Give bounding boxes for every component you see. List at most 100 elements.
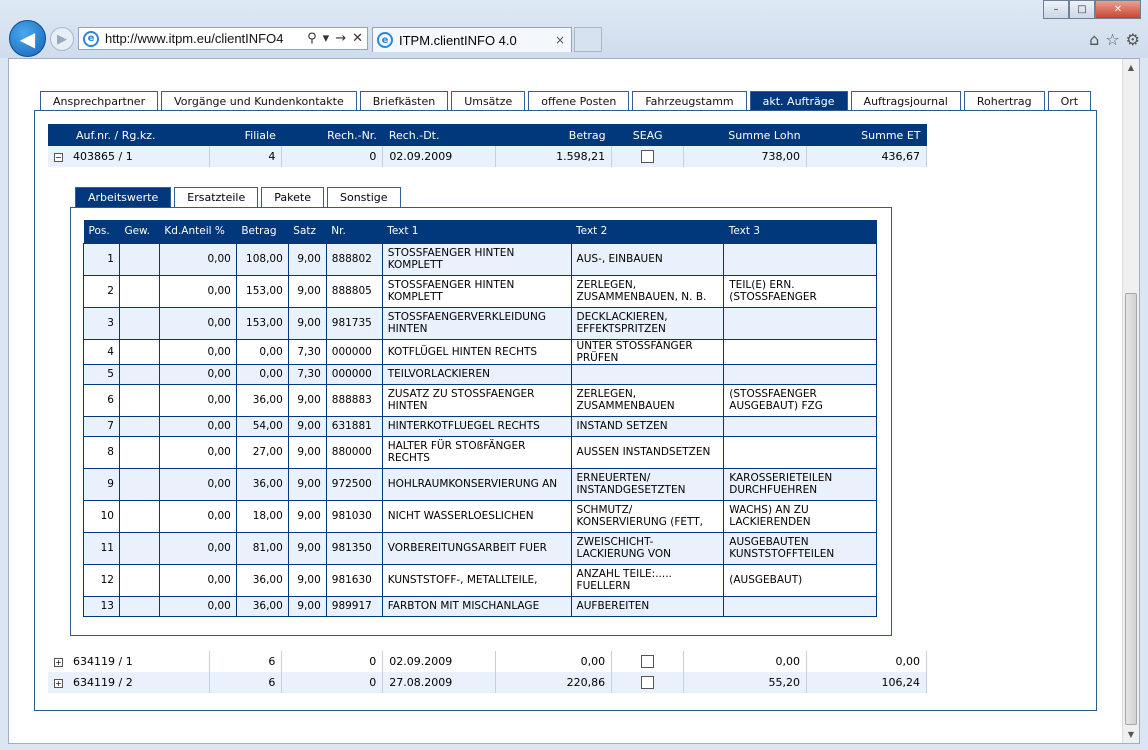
search-icon[interactable]: ⚲ <box>307 31 317 46</box>
close-window-button[interactable]: ✕ <box>1095 0 1141 19</box>
order-number: 634119 / 1 <box>73 655 133 668</box>
collapse-toggle-icon[interactable]: − <box>54 152 63 162</box>
work-t3 <box>723 435 877 469</box>
work-row[interactable]: 2 0,00 153,00 9,00 888805 STOSSFAENGER HINTEN… <box>83 274 877 308</box>
work-row[interactable]: 7 0,00 54,00 9,00 631881 HINTERKOTFLUEGEL REC… <box>83 415 877 437</box>
back-button[interactable]: ◀ <box>9 20 46 57</box>
scroll-up-icon[interactable]: ▲ <box>1123 59 1139 76</box>
work-row[interactable]: 5 0,00 0,00 7,30 000000 TEILVORLACKIEREN <box>83 363 877 385</box>
col-text3[interactable]: Text 3 <box>723 220 877 243</box>
order-row[interactable]: +634119 / 1 6 0 02.09.2009 0,00 0,00 0,00 <box>48 651 927 672</box>
col-seag[interactable]: SEAG <box>611 124 684 146</box>
col-text2[interactable]: Text 2 <box>571 220 724 243</box>
order-row[interactable]: +634119 / 2 6 0 27.08.2009 220,86 55,20 106,24 <box>48 672 927 693</box>
order-number: 403865 / 1 <box>73 150 133 163</box>
detail-tab[interactable]: Arbeitswerte <box>75 187 172 207</box>
order-lohn: 55,20 <box>683 672 807 693</box>
order-rechnr: 0 <box>281 672 384 693</box>
home-icon[interactable]: ⌂ <box>1089 30 1099 49</box>
close-tab-icon[interactable]: × <box>555 33 571 47</box>
order-row[interactable]: −403865 / 1 4 0 02.09.2009 1.598,21 738,00 436… <box>48 146 927 167</box>
stop-icon[interactable]: ✕ <box>352 31 363 46</box>
order-rechdt: 02.09.2009 <box>382 651 497 672</box>
work-row[interactable]: 12 0,00 36,00 9,00 981630 KUNSTSTOFF-, METALL… <box>83 563 877 597</box>
seag-checkbox[interactable] <box>641 676 655 690</box>
col-lohn[interactable]: Summe Lohn <box>683 124 807 146</box>
col-filiale[interactable]: Filiale <box>209 124 282 146</box>
main-tab[interactable]: Ansprechpartner <box>40 91 159 111</box>
work-row[interactable]: 6 0,00 36,00 9,00 888883 ZUSATZ ZU STOSSFAENG… <box>83 383 877 417</box>
main-tab[interactable]: Briefkästen <box>359 91 449 111</box>
work-nr: 000000 <box>325 363 383 385</box>
work-row[interactable]: 8 0,00 27,00 9,00 880000 HALTER FÜR STOßFÄNGE… <box>83 435 877 469</box>
work-t2: ERNEUERTEN/ INSTANDGESETZTEN <box>570 467 725 501</box>
forward-button[interactable]: ▶ <box>50 27 74 51</box>
work-row[interactable]: 10 0,00 18,00 9,00 981030 NICHT WASSERLOESLIC… <box>83 499 877 533</box>
work-satz: 9,00 <box>287 274 327 308</box>
scroll-down-icon[interactable]: ▼ <box>1123 726 1139 743</box>
col-satz[interactable]: Satz <box>288 220 327 243</box>
detail-tab[interactable]: Pakete <box>261 187 324 207</box>
col-kd-anteil[interactable]: Kd.Anteil % <box>159 220 237 243</box>
col-betrag[interactable]: Betrag <box>236 220 289 243</box>
work-gew <box>118 306 160 340</box>
detail-tab[interactable]: Sonstige <box>326 187 401 207</box>
dropdown-icon[interactable]: ▾ <box>323 31 330 46</box>
main-tab[interactable]: Fahrzeugstamm <box>632 91 747 111</box>
new-tab-button[interactable] <box>574 27 602 52</box>
col-gew[interactable]: Gew. <box>119 220 160 243</box>
col-nr[interactable]: Nr. <box>326 220 383 243</box>
expand-toggle-icon[interactable]: + <box>54 657 63 667</box>
main-tab[interactable]: Ort <box>1047 91 1092 111</box>
favorites-star-icon[interactable]: ☆ <box>1105 30 1119 49</box>
work-t3: KAROSSERIETEILEN DURCHFUEHREN <box>723 467 877 501</box>
go-icon[interactable]: → <box>335 31 346 46</box>
work-row[interactable]: 9 0,00 36,00 9,00 972500 HOHLRAUMKONSERVIERUN… <box>83 467 877 501</box>
work-nr: 888883 <box>325 383 383 417</box>
settings-gear-icon[interactable]: ⚙ <box>1126 30 1140 49</box>
work-row[interactable]: 11 0,00 81,00 9,00 981350 VORBEREITUNGSARBEIT… <box>83 531 877 565</box>
order-filiale: 6 <box>209 672 283 693</box>
work-row[interactable]: 13 0,00 36,00 9,00 989917 FARBTON MIT MISCHAN… <box>83 595 877 617</box>
col-aufnr[interactable]: Auf.nr. / Rg.kz. <box>48 124 210 146</box>
main-tab[interactable]: Rohertrag <box>963 91 1045 111</box>
order-seag <box>611 146 685 167</box>
main-tab[interactable]: Auftragsjournal <box>850 91 961 111</box>
col-pos[interactable]: Pos. <box>83 220 120 243</box>
page-viewport: Ansprechpartner Vorgänge und Kundenkontak… <box>8 58 1140 744</box>
vertical-scrollbar[interactable]: ▲ ▼ <box>1122 59 1139 743</box>
seag-checkbox[interactable] <box>641 150 655 164</box>
work-kd: 0,00 <box>158 563 237 597</box>
work-row[interactable]: 3 0,00 153,00 9,00 981735 STOSSFAENGERVERKLEI… <box>83 306 877 340</box>
browser-tab[interactable]: e ITPM.clientINFO 4.0 × <box>372 27 572 52</box>
address-bar[interactable]: e http://www.itpm.eu/clientINFO4 ⚲ ▾ → ✕ <box>78 27 368 50</box>
work-row[interactable]: 1 0,00 108,00 9,00 888802 STOSSFAENGER HINTEN… <box>83 242 877 276</box>
col-text1[interactable]: Text 1 <box>382 220 572 243</box>
main-tab[interactable]: Vorgänge und Kundenkontakte <box>161 91 357 111</box>
scroll-thumb[interactable] <box>1125 293 1137 725</box>
forward-arrow-icon: ▶ <box>57 31 67 47</box>
work-pos: 10 <box>83 499 120 533</box>
work-row[interactable]: 4 0,00 0,00 7,30 000000 KOTFLÜGEL HINTEN RECH… <box>83 338 877 365</box>
work-t3 <box>723 306 877 340</box>
minimize-button[interactable]: – <box>1043 0 1069 19</box>
work-kd: 0,00 <box>158 363 237 385</box>
col-rechnr[interactable]: Rech.-Nr. <box>281 124 383 146</box>
browser-tab-title: ITPM.clientINFO 4.0 <box>399 32 517 48</box>
col-et[interactable]: Summe ET <box>806 124 927 146</box>
main-tab[interactable]: offene Posten <box>528 91 630 111</box>
maximize-button[interactable]: □ <box>1069 0 1095 19</box>
detail-tab[interactable]: Ersatzteile <box>174 187 259 207</box>
work-t1: STOSSFAENGERVERKLEIDUNG HINTEN <box>381 306 572 340</box>
work-t1: STOSSFAENGER HINTEN KOMPLETT <box>381 242 572 276</box>
col-betrag[interactable]: Betrag <box>495 124 612 146</box>
col-rechdt[interactable]: Rech.-Dt. <box>382 124 496 146</box>
work-kd: 0,00 <box>158 467 237 501</box>
back-arrow-icon: ◀ <box>19 26 36 51</box>
work-gew <box>118 595 160 617</box>
expand-toggle-icon[interactable]: + <box>54 678 63 688</box>
seag-checkbox[interactable] <box>641 655 655 669</box>
address-text[interactable]: http://www.itpm.eu/clientINFO4 <box>105 31 307 46</box>
main-tab[interactable]: akt. Aufträge <box>749 91 848 111</box>
main-tab[interactable]: Umsätze <box>451 91 526 111</box>
